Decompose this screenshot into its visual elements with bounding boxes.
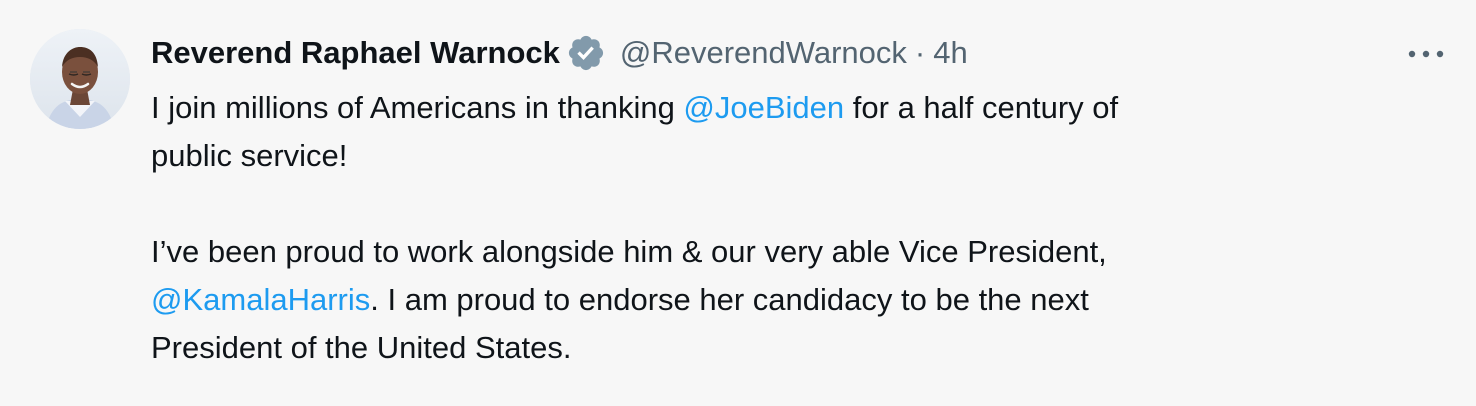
tweet-card[interactable]: Reverend Raphael Warnock @ReverendWarnoc… [0, 0, 1476, 406]
more-options-icon[interactable] [1398, 34, 1454, 74]
tweet-text-fragment: I join millions of Americans in thanking [151, 90, 684, 125]
tweet-text-fragment: . I am proud to endorse her candidacy to… [370, 282, 1089, 317]
post-time[interactable]: 4h [933, 33, 967, 73]
tweet-text-line-5: President of the United States. [151, 330, 572, 365]
tweet-text-line-3: I’ve been proud to work alongside him & … [151, 234, 1107, 269]
tweet-text-fragment: for a half century of [844, 90, 1119, 125]
mention-link-joebiden[interactable]: @JoeBiden [683, 90, 844, 125]
tweet-text-spacer [151, 180, 1396, 228]
author-handle[interactable]: @ReverendWarnock [620, 33, 907, 73]
mention-link-kamalaharris[interactable]: @KamalaHarris [151, 282, 370, 317]
tweet-text-line-1: I join millions of Americans in thanking… [151, 84, 1396, 132]
tweet-text-line-4: @KamalaHarris. I am proud to endorse her… [151, 276, 1396, 324]
tweet-header: Reverend Raphael Warnock @ReverendWarnoc… [151, 30, 968, 76]
verified-badge-icon [566, 33, 606, 73]
tweet-text: I join millions of Americans in thanking… [151, 84, 1396, 372]
tweet-text-line-2: public service! [151, 138, 348, 173]
meta-separator: · [914, 35, 926, 70]
avatar[interactable] [30, 29, 130, 129]
author-display-name[interactable]: Reverend Raphael Warnock [151, 33, 560, 73]
